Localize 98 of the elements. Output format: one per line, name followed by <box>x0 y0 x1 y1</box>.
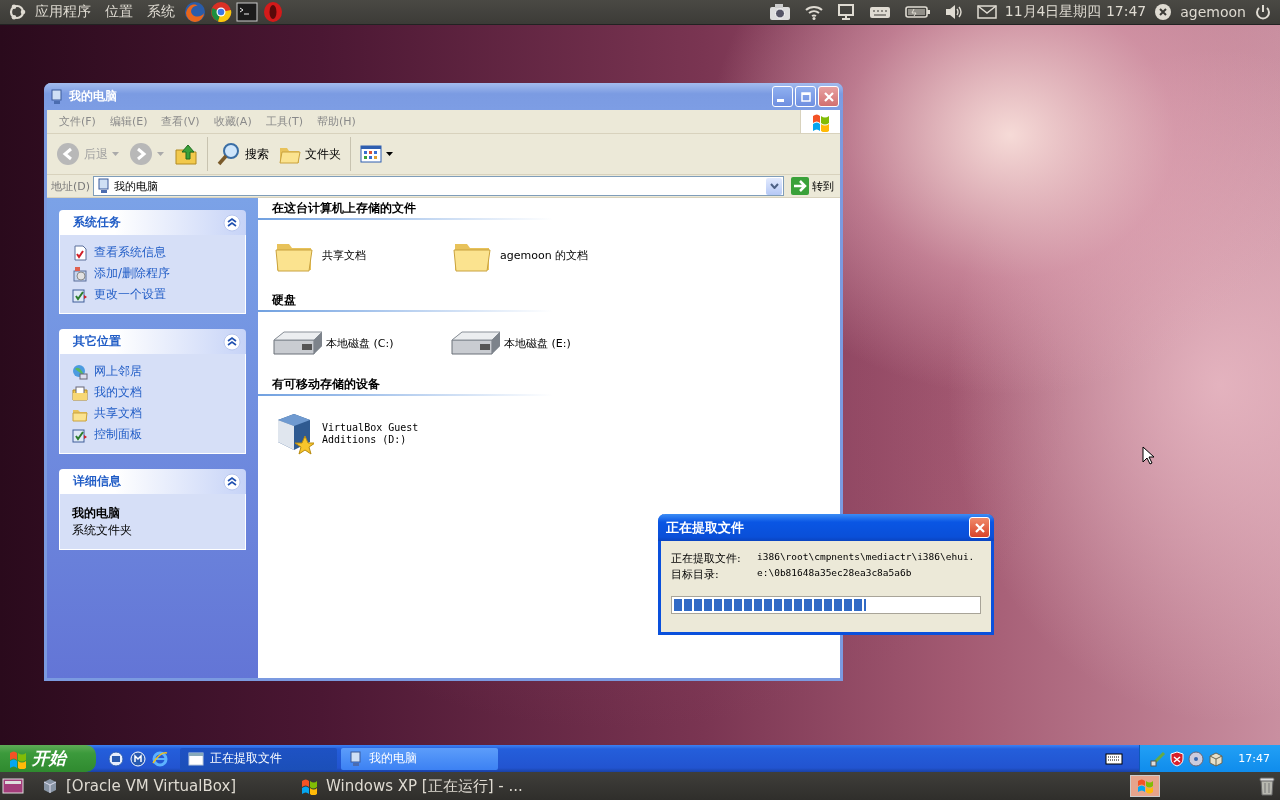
panel-menu[interactable]: 系统 <box>142 3 180 21</box>
trash-icon[interactable] <box>1258 776 1276 796</box>
caret-icon <box>386 152 393 156</box>
user-name[interactable]: agemoon <box>1180 4 1246 20</box>
panel-clock[interactable]: 11月4日星期四 17:47 <box>1004 3 1147 21</box>
battery-icon[interactable] <box>904 5 931 19</box>
panel-title: 详细信息 <box>73 473 121 490</box>
keyboard-icon[interactable] <box>1105 752 1124 765</box>
panel-check-icon <box>72 426 88 443</box>
cube-icon <box>42 778 58 794</box>
hard-drive-icon[interactable] <box>272 328 324 358</box>
item-label[interactable]: 共享文档 <box>322 247 366 263</box>
task-link[interactable]: 控制面板 <box>94 426 142 443</box>
window-icon <box>188 751 204 766</box>
program-box-icon <box>72 265 88 282</box>
panel-task-button[interactable]: [Oracle VM VirtualBox] <box>32 774 282 798</box>
caret-icon <box>157 152 164 156</box>
show-desktop-icon[interactable] <box>2 778 24 794</box>
close-button[interactable] <box>969 517 990 538</box>
flag-icon <box>300 777 318 795</box>
folders-button[interactable]: 文件夹 <box>276 137 344 171</box>
item-label[interactable]: agemoon 的文档 <box>500 247 589 263</box>
details-description: 系统文件夹 <box>72 522 133 539</box>
task-link[interactable]: 更改一个设置 <box>94 286 166 303</box>
maximize-icon <box>800 91 811 102</box>
keyboard-icon[interactable] <box>868 5 891 19</box>
task-link[interactable]: 查看系统信息 <box>94 244 166 261</box>
start-button[interactable]: 开始 <box>0 745 96 772</box>
speaker-icon[interactable] <box>944 4 963 20</box>
close-icon <box>822 90 835 103</box>
browser-icon[interactable] <box>210 1 232 23</box>
caret-icon <box>769 183 779 189</box>
flag-icon <box>1136 778 1154 794</box>
envelope-icon[interactable] <box>976 5 997 19</box>
collapse-icon[interactable] <box>223 472 241 491</box>
computer-icon <box>50 88 64 105</box>
computer-icon <box>97 178 112 194</box>
desktop-icon[interactable] <box>108 750 124 767</box>
terminal-icon[interactable] <box>236 2 258 22</box>
taskbar-button[interactable]: 正在提取文件 <box>180 747 337 770</box>
address-label: 地址(D) <box>51 178 91 194</box>
search-icon <box>217 142 241 166</box>
collapse-icon[interactable] <box>223 213 241 232</box>
network-icon[interactable] <box>1150 750 1167 767</box>
shield-icon[interactable] <box>1170 750 1185 767</box>
panel-menu[interactable]: 应用程序 <box>30 3 96 21</box>
document-check-icon <box>72 244 88 261</box>
panel-check-icon <box>72 286 88 303</box>
item-label[interactable]: 本地磁盘 (C:) <box>326 335 394 351</box>
dropdown-button[interactable] <box>766 177 782 195</box>
power-icon[interactable] <box>1254 3 1272 21</box>
address-field[interactable]: 我的电脑 <box>93 176 784 196</box>
up-folder-icon <box>174 142 198 166</box>
ubuntu-logo-icon[interactable] <box>8 3 26 21</box>
search-button[interactable]: 搜索 <box>214 137 272 171</box>
field-label: 目标目录: <box>671 567 720 582</box>
go-arrow-icon <box>791 177 809 195</box>
media-player-icon[interactable] <box>130 750 146 767</box>
workspace-switcher[interactable] <box>1130 775 1160 797</box>
field-value: e:\0b81648a35ec28ea3c8a5a6b <box>757 567 913 580</box>
item-label[interactable]: VirtualBox Guest Additions (D:) <box>322 422 426 446</box>
panel-title: 其它位置 <box>73 333 121 350</box>
ring-icon[interactable] <box>262 1 284 23</box>
task-link[interactable]: 共享文档 <box>94 405 142 422</box>
group-heading: 在这台计算机上存储的文件 <box>258 200 552 220</box>
task-link[interactable]: 我的文档 <box>94 384 142 401</box>
details-name: 我的电脑 <box>72 505 121 522</box>
item-label[interactable]: 本地磁盘 (E:) <box>504 335 571 351</box>
views-icon <box>360 144 382 164</box>
field-value: i386\root\cmpnents\mediactr\i386\ehui. <box>757 551 976 564</box>
document-folder-icon <box>72 384 88 401</box>
field-label: 正在提取文件: <box>671 551 742 566</box>
monitor-icon[interactable] <box>836 4 855 20</box>
close-icon <box>973 521 986 534</box>
go-button[interactable]: 转到 <box>787 177 838 195</box>
task-link[interactable]: 网上邻居 <box>94 363 142 380</box>
hard-drive-icon[interactable] <box>450 328 502 358</box>
network-globe-icon <box>72 363 88 380</box>
caret-icon <box>112 152 119 156</box>
panel-menu[interactable]: 位置 <box>100 3 138 21</box>
group-heading: 硬盘 <box>258 292 552 312</box>
minimize-icon <box>777 99 784 102</box>
panel-title: 系统任务 <box>73 214 121 231</box>
status-offline-icon[interactable] <box>1154 3 1173 21</box>
address-text: 我的电脑 <box>114 178 160 194</box>
dialog-title: 正在提取文件 <box>665 518 745 537</box>
collapse-icon[interactable] <box>223 332 241 351</box>
box-icon[interactable] <box>1208 750 1225 767</box>
mouse-cursor-icon <box>1142 446 1154 465</box>
disc-icon[interactable] <box>1188 750 1205 767</box>
task-link[interactable]: 添加/删除程序 <box>94 265 171 282</box>
browser-e-icon[interactable] <box>152 750 168 767</box>
camera-icon[interactable] <box>768 3 791 21</box>
wifi-icon[interactable] <box>804 4 823 20</box>
panel-task-button[interactable]: Windows XP [正在运行] - ... <box>290 774 540 798</box>
window-title: 我的电脑 <box>69 88 118 105</box>
computer-icon <box>349 750 363 767</box>
group-heading: 有可移动存储的设备 <box>258 376 552 396</box>
